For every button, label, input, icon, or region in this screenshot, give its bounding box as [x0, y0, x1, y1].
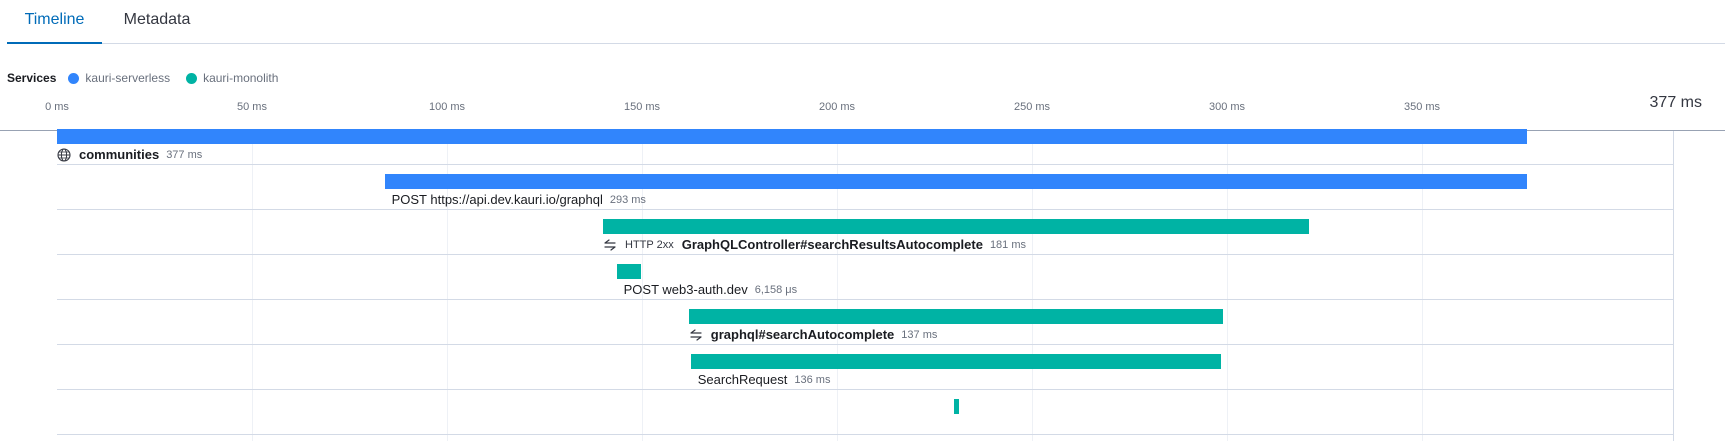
tab-metadata[interactable]: Metadata: [117, 0, 197, 42]
span-row[interactable]: communities 377 ms: [57, 120, 1673, 165]
axis-tick-label: 200 ms: [818, 101, 856, 113]
legend-title: Services: [7, 71, 57, 85]
legend-item-kauri-serverless: kauri-serverless: [68, 71, 170, 85]
span-duration: 136 ms: [794, 373, 831, 386]
span-row[interactable]: graphql#searchAutocomplete 137 ms: [57, 300, 1673, 345]
total-duration: 377 ms: [1649, 94, 1702, 111]
http-status-prefix: HTTP 2xx: [625, 238, 674, 251]
services-legend: Services kauri-serverless kauri-monolith: [7, 71, 294, 85]
span-bar[interactable]: [688, 309, 1224, 324]
span-label: SearchRequest 136 ms: [698, 372, 831, 387]
span-duration: 377 ms: [166, 148, 203, 161]
legend-item-kauri-monolith: kauri-monolith: [186, 71, 278, 85]
legend-dot: [186, 72, 198, 84]
timeline-end-line: [1673, 131, 1674, 441]
span-row[interactable]: HTTP 2xx GraphQLController#searchResultsA…: [57, 210, 1673, 255]
span-name[interactable]: POST web3-auth.dev: [624, 282, 748, 297]
span-bar[interactable]: [57, 129, 1528, 144]
legend-label: kauri-serverless: [85, 71, 171, 85]
axis-tick-label: 150 ms: [623, 101, 661, 113]
span-row[interactable]: SearchRequest 136 ms: [57, 345, 1673, 390]
span-duration: 6,158 μs: [754, 283, 798, 296]
tab-bar: Timeline Metadata: [7, 0, 1725, 44]
span-row[interactable]: POST https://api.dev.kauri.io/graphql 293…: [57, 165, 1673, 210]
span-duration: 181 ms: [989, 238, 1027, 251]
axis-tick-label: 50 ms: [237, 101, 267, 113]
span-label: POST web3-auth.dev 6,158 μs: [624, 282, 797, 297]
span-bar[interactable]: [384, 174, 1528, 189]
span-duration: 293 ms: [609, 193, 646, 206]
span-label: HTTP 2xx GraphQLController#searchResultsA…: [603, 237, 1026, 252]
tab-timeline[interactable]: Timeline: [7, 0, 102, 44]
axis-tick-label: 100 ms: [428, 101, 466, 113]
span-label: communities 377 ms: [57, 147, 202, 162]
globe-icon: [57, 147, 71, 162]
legend-label: kauri-monolith: [203, 71, 279, 85]
span-name[interactable]: SearchRequest: [698, 372, 788, 387]
axis-tick-label: 300 ms: [1208, 101, 1246, 113]
span-duration: 137 ms: [901, 328, 938, 341]
span-row[interactable]: [57, 390, 1673, 435]
span-name[interactable]: graphql#searchAutocomplete: [711, 327, 895, 342]
legend-dot: [68, 72, 80, 84]
transaction-icon: [689, 328, 703, 342]
span-name[interactable]: communities: [79, 147, 159, 162]
axis-tick-label: 350 ms: [1403, 101, 1441, 113]
span-bar[interactable]: [690, 354, 1222, 369]
span-bar[interactable]: [954, 399, 959, 414]
axis-tick-label: 0 ms: [45, 101, 69, 113]
span-label: graphql#searchAutocomplete 137 ms: [689, 327, 938, 342]
span-bar[interactable]: [616, 264, 641, 279]
span-row[interactable]: POST web3-auth.dev 6,158 μs: [57, 255, 1673, 300]
span-label: POST https://api.dev.kauri.io/graphql 293…: [392, 192, 646, 207]
span-name[interactable]: POST https://api.dev.kauri.io/graphql: [392, 192, 603, 207]
span-bar[interactable]: [603, 219, 1309, 234]
axis-tick-label: 250 ms: [1013, 101, 1051, 113]
span-name[interactable]: GraphQLController#searchResultsAutocompl…: [682, 237, 983, 252]
transaction-icon: [603, 238, 617, 252]
